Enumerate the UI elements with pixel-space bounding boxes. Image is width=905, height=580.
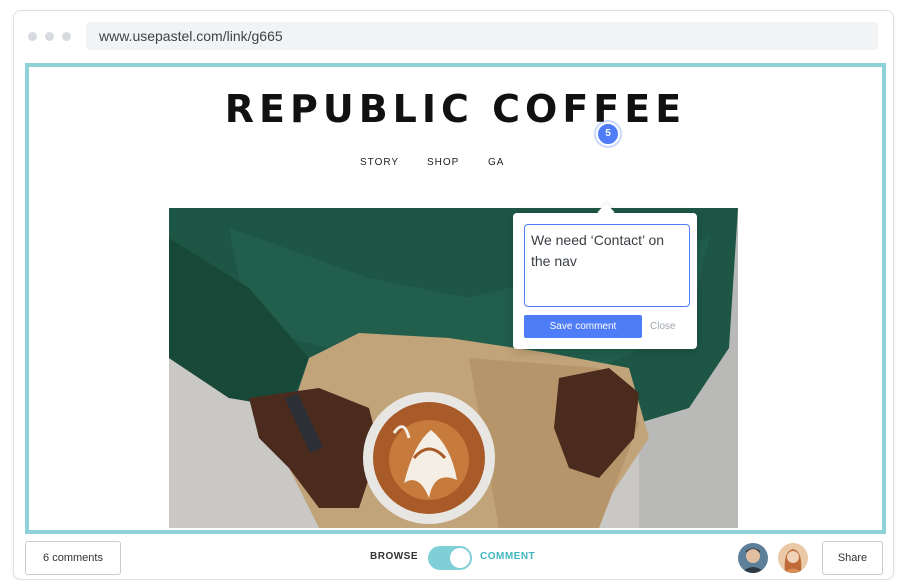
nav-item-gallery[interactable]: GA: [488, 157, 504, 168]
nav-item-shop[interactable]: SHOP: [427, 157, 459, 168]
nav-item-story[interactable]: STORY: [360, 157, 399, 168]
window-dot-close[interactable]: [28, 32, 37, 41]
address-bar[interactable]: www.usepastel.com/link/g665: [86, 22, 878, 50]
comment-mode-label[interactable]: COMMENT: [480, 551, 535, 562]
save-comment-button[interactable]: Save comment: [524, 315, 642, 338]
close-button[interactable]: Close: [650, 315, 676, 338]
toggle-knob: [450, 548, 470, 568]
avatar[interactable]: [778, 543, 808, 573]
browse-mode-label[interactable]: BROWSE: [370, 551, 418, 562]
site-title: REPUBLIC COFFEE: [224, 87, 687, 131]
window-dot-maximize[interactable]: [62, 32, 71, 41]
user-avatar-icon: [778, 543, 808, 573]
comment-pin[interactable]: 5: [596, 122, 620, 146]
comment-popover: We need ‘Contact’ on the nav Save commen…: [513, 203, 697, 349]
bottom-toolbar: 6 comments BROWSE COMMENT Share: [14, 538, 893, 579]
comment-textarea[interactable]: We need ‘Contact’ on the nav: [524, 224, 690, 307]
address-url: www.usepastel.com/link/g665: [99, 28, 283, 44]
page-preview[interactable]: REPUBLIC COFFEE STORY SHOP GA 5 We need …: [25, 63, 886, 534]
browser-window: www.usepastel.com/link/g665 REPUBLIC COF…: [13, 10, 894, 580]
comments-count-button[interactable]: 6 comments: [25, 541, 121, 575]
window-dot-minimize[interactable]: [45, 32, 54, 41]
avatar[interactable]: [738, 543, 768, 573]
mode-toggle[interactable]: [428, 546, 472, 570]
user-avatar-icon: [738, 543, 768, 573]
popover-arrow: [597, 203, 615, 221]
browser-toolbar: www.usepastel.com/link/g665: [14, 11, 893, 65]
share-button[interactable]: Share: [822, 541, 883, 575]
